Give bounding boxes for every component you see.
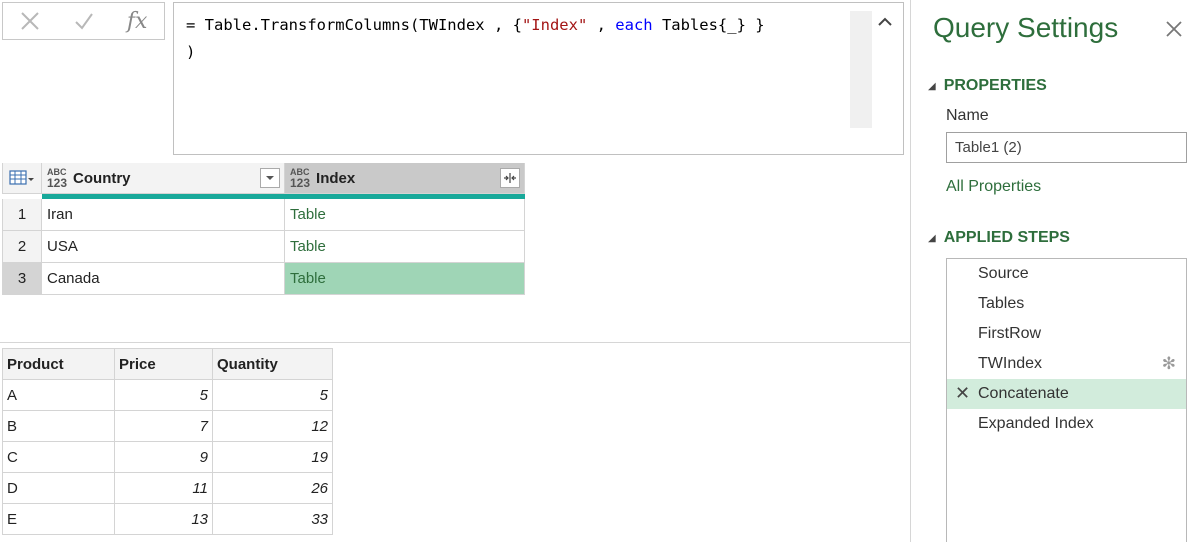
type-any-icon[interactable]: ABC 123: [47, 167, 68, 190]
preview-row: B 7 12: [2, 410, 333, 442]
preview-cell: A: [2, 379, 115, 411]
dropdown-arrow-icon: [266, 176, 274, 180]
query-name-input[interactable]: [946, 132, 1187, 163]
collapse-formula-button[interactable]: [874, 11, 896, 33]
preview-cell: D: [2, 472, 115, 504]
step-source[interactable]: Source: [947, 259, 1186, 289]
preview-cell: 5: [114, 379, 213, 411]
country-cell[interactable]: USA: [42, 231, 285, 263]
grid-header-row: ABC 123 Country ABC 123 Index: [2, 163, 525, 194]
step-concatenate[interactable]: ✕ Concatenate: [947, 379, 1186, 409]
step-twindex[interactable]: TWIndex ✻: [947, 349, 1186, 379]
expand-icon: [504, 173, 516, 183]
formula-string: "Index": [521, 16, 588, 34]
table-menu-button[interactable]: [2, 163, 42, 194]
column-filter-button[interactable]: [260, 168, 280, 188]
type-bottom: 123: [290, 175, 311, 190]
cancel-formula-button[interactable]: [3, 3, 57, 39]
step-label: Source: [978, 265, 1029, 282]
close-query-settings-button[interactable]: [1164, 18, 1184, 46]
formula-part: = Table.TransformColumns(TWIndex , {: [186, 16, 522, 34]
country-cell[interactable]: Iran: [42, 199, 285, 231]
collapse-triangle-icon: ◢: [928, 232, 936, 244]
step-label: FirstRow: [978, 325, 1042, 342]
applied-steps-section-header[interactable]: ◢ APPLIED STEPS: [928, 229, 1070, 247]
preview-cell: 11: [114, 472, 213, 504]
step-label: TWIndex: [978, 355, 1043, 372]
close-icon: [1166, 21, 1182, 37]
nested-table-preview: Product Price Quantity A 5 5 B 7 12 C 9 …: [2, 348, 333, 535]
query-grid: ABC 123 Country ABC 123 Index 1 Iran Table…: [2, 163, 525, 295]
type-any-icon[interactable]: ABC 123: [290, 167, 311, 190]
applied-steps-header-label: APPLIED STEPS: [943, 229, 1070, 246]
preview-cell: 26: [212, 472, 333, 504]
preview-cell: 12: [212, 410, 333, 442]
x-icon: [21, 12, 39, 30]
index-cell[interactable]: Table: [285, 231, 525, 263]
row-number[interactable]: 3: [2, 263, 42, 295]
pane-divider-horizontal[interactable]: [0, 342, 910, 343]
chevron-up-icon: [878, 17, 892, 26]
preview-cell: 9: [114, 441, 213, 473]
row-number[interactable]: 2: [2, 231, 42, 263]
column-name: Index: [316, 169, 356, 187]
formula-keyword: each: [615, 16, 653, 34]
preview-row: A 5 5: [2, 379, 333, 411]
expand-column-button[interactable]: [500, 168, 520, 188]
table-icon: [9, 170, 34, 185]
query-settings-title: Query Settings: [933, 12, 1119, 43]
confirm-formula-button[interactable]: [57, 3, 111, 39]
preview-row: D 11 26: [2, 472, 333, 504]
step-settings-gear-icon[interactable]: ✻: [1162, 354, 1176, 374]
step-tables[interactable]: Tables: [947, 289, 1186, 319]
column-header-country[interactable]: ABC 123 Country: [42, 163, 285, 194]
check-icon: [74, 13, 93, 30]
index-cell-selected[interactable]: Table: [285, 263, 525, 295]
all-properties-link[interactable]: All Properties: [946, 178, 1041, 196]
preview-header: Quantity: [212, 348, 333, 380]
preview-row: C 9 19: [2, 441, 333, 473]
preview-cell: 7: [114, 410, 213, 442]
formula-editor[interactable]: = Table.TransformColumns(TWIndex , {"Ind…: [173, 2, 904, 155]
formula-scrollbar[interactable]: [850, 11, 872, 128]
preview-cell: B: [2, 410, 115, 442]
preview-cell: E: [2, 503, 115, 535]
table-row[interactable]: 2 USA Table: [2, 231, 525, 263]
step-label: Tables: [978, 295, 1025, 312]
table-row[interactable]: 1 Iran Table: [2, 199, 525, 231]
country-cell[interactable]: Canada: [42, 263, 285, 295]
step-label: Concatenate: [978, 385, 1069, 402]
formula-text[interactable]: = Table.TransformColumns(TWIndex , {"Ind…: [186, 12, 846, 66]
preview-cell: C: [2, 441, 115, 473]
fx-label: fx: [126, 8, 148, 34]
table-row-selected[interactable]: 3 Canada Table: [2, 263, 525, 295]
formula-part: ,: [587, 16, 616, 34]
properties-section-header[interactable]: ◢ PROPERTIES: [928, 77, 1047, 95]
step-label: Expanded Index: [978, 415, 1094, 432]
insert-function-button[interactable]: fx: [110, 3, 164, 39]
preview-cell: 33: [212, 503, 333, 535]
preview-cell: 5: [212, 379, 333, 411]
row-number[interactable]: 1: [2, 199, 42, 231]
formula-bar-buttons: fx: [2, 2, 165, 40]
step-expanded-index[interactable]: Expanded Index: [947, 409, 1186, 439]
preview-cell: 13: [114, 503, 213, 535]
delete-step-x-icon[interactable]: ✕: [955, 383, 970, 404]
preview-row: E 13 33: [2, 503, 333, 535]
preview-header-row: Product Price Quantity: [2, 348, 333, 380]
type-bottom: 123: [47, 175, 68, 190]
preview-header: Product: [2, 348, 115, 380]
applied-steps-list: Source Tables FirstRow TWIndex ✻ ✕ Conca…: [946, 258, 1187, 542]
pane-divider-vertical[interactable]: [910, 0, 911, 542]
index-cell[interactable]: Table: [285, 199, 525, 231]
properties-header-label: PROPERTIES: [943, 77, 1047, 94]
column-header-index[interactable]: ABC 123 Index: [285, 163, 525, 194]
preview-header: Price: [114, 348, 213, 380]
preview-cell: 19: [212, 441, 333, 473]
column-name: Country: [73, 169, 131, 187]
step-firstrow[interactable]: FirstRow: [947, 319, 1186, 349]
name-label: Name: [946, 107, 989, 124]
collapse-triangle-icon: ◢: [928, 80, 936, 92]
